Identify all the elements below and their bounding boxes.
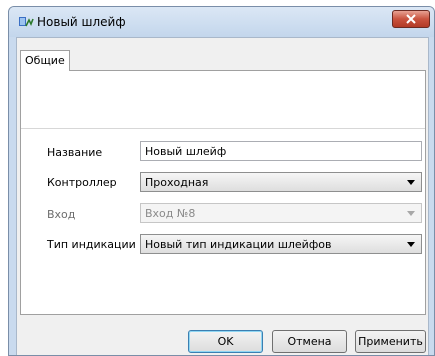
dialog-window: Новый шлейф Общие Название Новый шлейф К…: [8, 6, 435, 356]
controller-select[interactable]: Проходная: [140, 172, 422, 192]
tab-panel: Название Новый шлейф Контроллер Проходна…: [20, 70, 426, 315]
window-title: Новый шлейф: [37, 15, 126, 29]
tab-general[interactable]: Общие: [20, 50, 70, 71]
controller-select-value: Проходная: [145, 176, 209, 189]
name-label: Название: [47, 146, 103, 159]
controller-label: Контроллер: [47, 176, 117, 189]
indication-type-select-value: Новый тип индикации шлейфов: [145, 238, 332, 251]
app-icon: [19, 17, 34, 27]
input-select-value: Вход №8: [145, 207, 196, 220]
dialog-client-area: Общие Название Новый шлейф Контроллер Пр…: [16, 37, 429, 355]
name-field[interactable]: Новый шлейф: [140, 141, 422, 161]
input-label: Вход: [47, 208, 76, 221]
close-icon: [406, 14, 416, 24]
apply-button[interactable]: Применить: [355, 330, 426, 353]
input-select: Вход №8: [140, 203, 422, 223]
title-bar[interactable]: Новый шлейф: [9, 7, 434, 37]
close-button[interactable]: [392, 10, 430, 28]
chevron-down-icon: [407, 211, 415, 216]
chevron-down-icon: [407, 180, 415, 185]
panel-divider: [21, 128, 425, 129]
indication-type-label: Тип индикации: [47, 238, 136, 251]
indication-type-select[interactable]: Новый тип индикации шлейфов: [140, 234, 422, 254]
chevron-down-icon: [407, 242, 415, 247]
ok-button[interactable]: OK: [188, 330, 263, 353]
cancel-button[interactable]: Отмена: [272, 330, 347, 353]
